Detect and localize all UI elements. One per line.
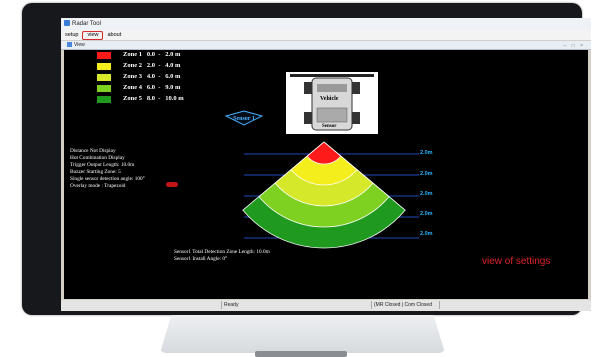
menu-bar: setup view about <box>61 30 591 40</box>
monitor-bezel: Radar Tool setup view about View – □ × Zon… <box>22 3 591 315</box>
sensor-badge[interactable]: Sensor 1 <box>224 108 264 128</box>
info-line: Hot Combination Display <box>70 155 125 161</box>
status-bar: Ready (MR Closed | Com Closed <box>61 300 591 311</box>
install-angle: Sensor1 Install Angle: 0° <box>174 256 228 262</box>
status-divider <box>439 301 442 309</box>
vehicle-label: Vehicle <box>320 96 339 102</box>
zone-distance-label: 2.0m <box>420 191 433 197</box>
legend-swatch <box>97 85 111 92</box>
total-zone-length: Sensor1 Total Detection Zone Length: 10.… <box>174 249 270 255</box>
zone-distance-label: 2.0m <box>420 231 433 237</box>
legend-swatch <box>97 52 111 59</box>
sensor-badge-label: Sensor 1 <box>233 116 255 122</box>
info-line: Overlay mode : Trapezoid <box>70 183 126 189</box>
window-title: Radar Tool <box>72 21 101 27</box>
view-window-title: View <box>74 42 85 48</box>
legend-item: Zone 5 8.0 - 10.0 m <box>97 95 184 104</box>
vehicle-sensor-label: Sensor <box>322 124 337 129</box>
legend-swatch <box>97 74 111 81</box>
legend-item: Zone 2 2.0 - 4.0 m <box>97 62 180 71</box>
radar-fan <box>242 141 419 249</box>
menu-setup[interactable]: setup <box>61 31 82 40</box>
title-bar: Radar Tool <box>61 18 591 30</box>
status-ready: Ready <box>221 301 238 309</box>
status-connection: (MR Closed | Com Closed <box>371 301 432 309</box>
window-controls[interactable]: – □ × <box>564 42 586 50</box>
radar-view: Zone 1 0.0 - 2.0 m Zone 2 2.0 - 4.0 m Zo… <box>64 50 588 299</box>
info-line: Single sensor detection angle: 100° <box>70 176 145 182</box>
zone-distance-label: 2.0m <box>420 211 433 217</box>
info-line: Distance Not Display <box>70 148 116 154</box>
zone-distance-label: 2.0m <box>420 150 433 156</box>
detection-zones <box>242 141 406 249</box>
legend-item: Zone 1 0.0 - 2.0 m <box>97 51 180 60</box>
zone-1-sector <box>306 141 342 165</box>
app-window: Radar Tool setup view about View – □ × Zon… <box>61 18 591 311</box>
legend-swatch <box>97 96 111 103</box>
menu-about[interactable]: about <box>103 31 125 40</box>
legend-item: Zone 4 6.0 - 9.0 m <box>97 84 180 93</box>
zone-distance-label: 2.0m <box>420 171 433 177</box>
legend-swatch <box>97 63 111 70</box>
menu-view[interactable]: view <box>82 31 104 40</box>
overlay-mode-toggle[interactable] <box>166 182 178 187</box>
legend-item: Zone 3 4.0 - 6.0 m <box>97 73 180 82</box>
info-line: Buzzer Starting Zone: 5 <box>70 169 121 175</box>
annotation-caption: view of settings <box>482 256 551 267</box>
monitor-stand <box>160 315 445 353</box>
view-window-bar: View – □ × <box>61 41 591 50</box>
vehicle-diagram: Vehicle Sensor <box>286 72 378 134</box>
view-icon <box>67 42 72 47</box>
app-icon <box>64 20 70 26</box>
info-line: Trigger Output Length: 10.0m <box>70 162 135 168</box>
monitor-foot <box>255 351 347 357</box>
